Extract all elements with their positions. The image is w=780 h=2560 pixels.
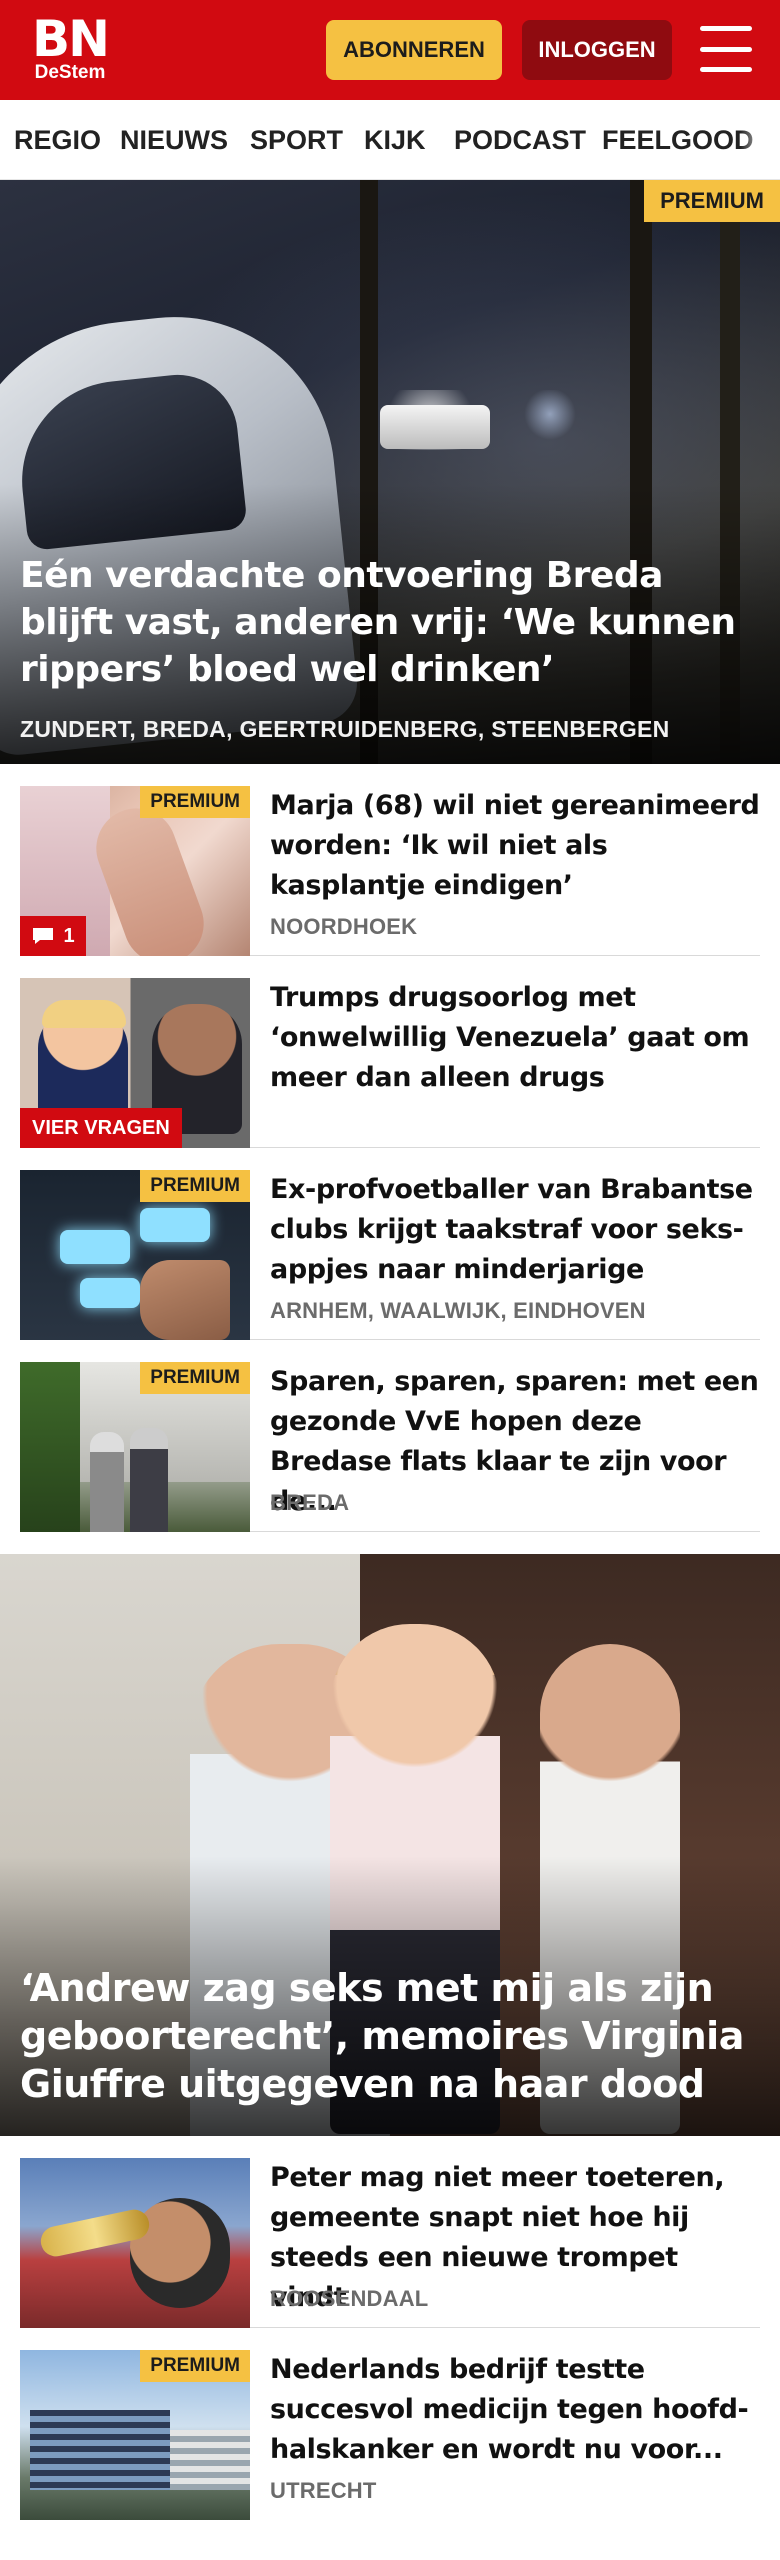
login-button[interactable]: INLOGGEN	[522, 20, 672, 80]
premium-badge: PREMIUM	[140, 786, 250, 818]
article-thumbnail[interactable]	[20, 2158, 250, 2328]
premium-badge: PREMIUM	[140, 1362, 250, 1394]
article-thumbnail[interactable]: PREMIUM	[20, 1362, 250, 1532]
list-item[interactable]: VIER VRAGEN Trumps drugsoorlog met ‘onwe…	[20, 956, 760, 1148]
comment-icon	[33, 928, 54, 944]
article-thumbnail[interactable]: PREMIUM 1	[20, 786, 250, 956]
nav-item-nieuws[interactable]: NIEUWS	[120, 122, 228, 158]
list-item[interactable]: PREMIUM Nederlands bedrijf testte succes…	[20, 2328, 760, 2520]
hero-article-1[interactable]: PREMIUM Eén verdachte ontvoering Breda b…	[0, 180, 780, 764]
thumb-shape	[20, 1362, 80, 1532]
article-location: BREDA	[270, 1490, 350, 1515]
article-list: PREMIUM 1 Marja (68) wil niet gereanimee…	[20, 764, 760, 1532]
menu-bar	[700, 67, 752, 72]
article-thumbnail[interactable]: VIER VRAGEN	[20, 978, 250, 1148]
thumb-shape	[140, 1260, 230, 1340]
hero-article-2[interactable]: ‘Andrew zag seks met mij als zijn geboor…	[0, 1554, 780, 2136]
article-title[interactable]: Trumps drugsoorlog met ‘onwelwillig Vene…	[270, 978, 760, 1098]
thumb-shape	[42, 1000, 126, 1028]
site-header: BN DeStem ABONNEREN INLOGGEN	[0, 0, 780, 100]
section-nav: REGIO NIEUWS SPORT KIJK PODCAST FEELGOOD	[0, 100, 780, 180]
article-location: UTRECHT	[270, 2478, 377, 2503]
hero-location: ZUNDERT, BREDA, GEERTRUIDENBERG, STEENBE…	[20, 716, 670, 742]
article-location: ROOSENDAAL	[270, 2286, 429, 2311]
thumb-shape	[30, 2410, 170, 2490]
list-item[interactable]: Peter mag niet meer toeteren, gemeente s…	[20, 2136, 760, 2328]
article-list: Peter mag niet meer toeteren, gemeente s…	[20, 2136, 760, 2520]
list-item[interactable]: PREMIUM Sparen, sparen, sparen: met een …	[20, 1340, 760, 1532]
nav-item-feelgood[interactable]: FEELGOOD	[602, 122, 754, 158]
comment-count: 1	[63, 924, 75, 947]
article-thumbnail[interactable]: PREMIUM	[20, 2350, 250, 2520]
site-logo[interactable]: BN DeStem	[28, 14, 112, 86]
hero-title[interactable]: ‘Andrew zag seks met mij als zijn geboor…	[20, 1964, 760, 2108]
article-title[interactable]: Marja (68) wil niet gereanimeerd worden:…	[270, 786, 760, 906]
hamburger-menu-icon[interactable]	[700, 26, 752, 72]
article-thumbnail[interactable]: PREMIUM	[20, 1170, 250, 1340]
article-location: ARNHEM, WAALWIJK, EINDHOVEN	[270, 1298, 646, 1323]
thumb-shape	[130, 1428, 168, 1532]
article-title[interactable]: Ex-profvoetballer van Brabantse clubs kr…	[270, 1170, 760, 1290]
subscribe-button[interactable]: ABONNEREN	[326, 20, 502, 80]
nav-item-podcast[interactable]: PODCAST	[454, 122, 586, 158]
article-location: NOORDHOEK	[270, 914, 418, 939]
nav-item-regio[interactable]: REGIO	[14, 122, 101, 158]
premium-badge: PREMIUM	[140, 1170, 250, 1202]
premium-badge: PREMIUM	[644, 180, 780, 222]
thumb-shape	[80, 1278, 140, 1308]
logo-main-text: BN	[32, 10, 110, 68]
thumb-shape	[90, 1432, 124, 1532]
menu-bar	[700, 46, 752, 52]
comment-count-badge[interactable]: 1	[20, 916, 86, 956]
hero-image-van	[380, 405, 490, 449]
thumb-shape	[140, 1208, 210, 1242]
logo-sub-text: DeStem	[34, 62, 106, 83]
list-item[interactable]: PREMIUM Ex-profvoetballer van Brabantse …	[20, 1148, 760, 1340]
nav-item-sport[interactable]: SPORT	[250, 122, 343, 158]
nav-scroll-fade	[740, 100, 780, 179]
menu-bar	[700, 26, 752, 31]
article-label-badge: VIER VRAGEN	[20, 1108, 182, 1148]
list-item[interactable]: PREMIUM 1 Marja (68) wil niet gereanimee…	[20, 764, 760, 956]
hero-title[interactable]: Eén verdachte ontvoering Breda blijft va…	[20, 552, 760, 693]
thumb-shape	[60, 1230, 130, 1264]
premium-badge: PREMIUM	[140, 2350, 250, 2382]
thumb-shape	[170, 2430, 250, 2490]
nav-item-kijk[interactable]: KIJK	[364, 122, 426, 158]
article-title[interactable]: Nederlands bedrijf testte succesvol medi…	[270, 2350, 760, 2470]
